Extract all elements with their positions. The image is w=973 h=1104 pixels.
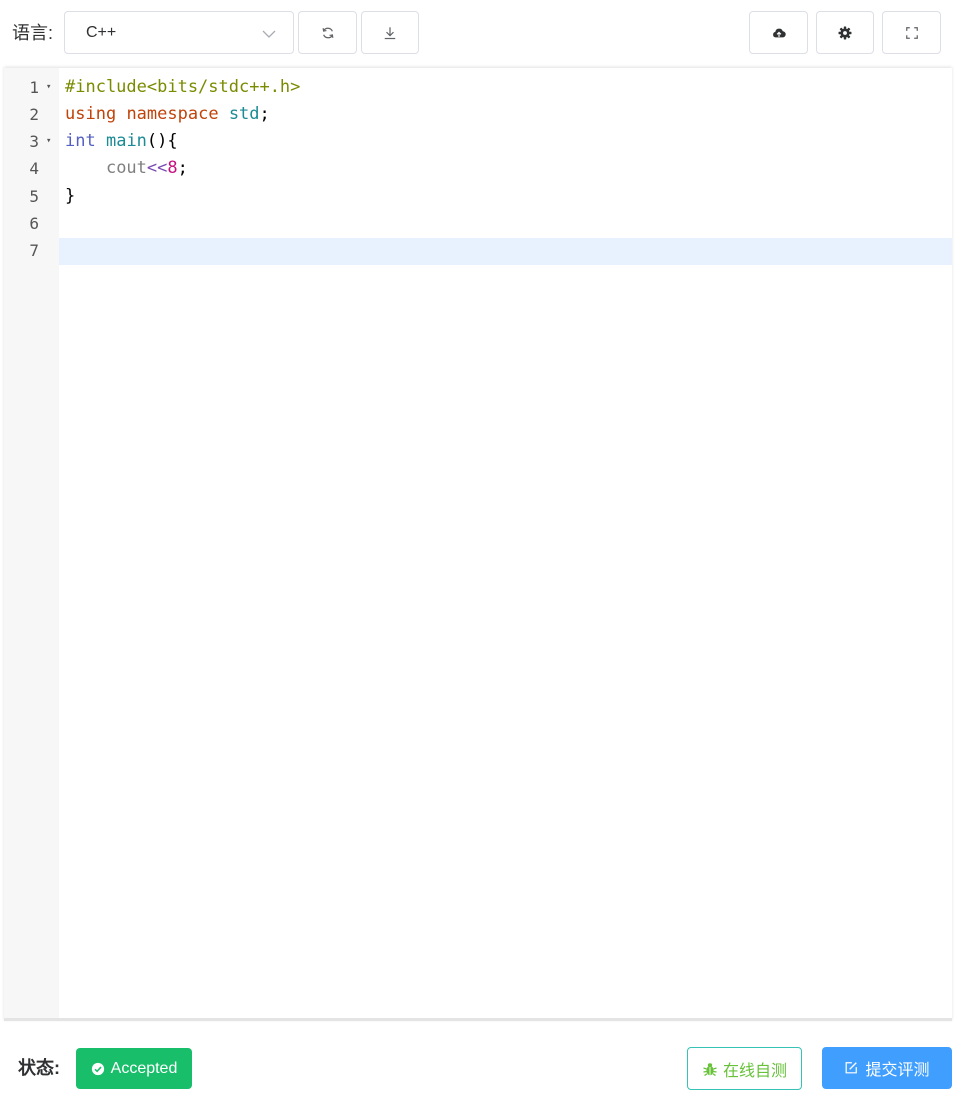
fold-toggle-icon[interactable]: ▾ (46, 74, 51, 101)
settings-button[interactable] (816, 11, 874, 54)
code-content[interactable]: #include<bits/stdc++.h> using namespace … (59, 68, 952, 1018)
code-line-3[interactable]: int main(){ (65, 128, 178, 155)
token-punctuation: ; (259, 103, 270, 124)
code-editor[interactable]: 1 ▾ 2 3 ▾ 4 5 6 7 #include<bits/stdc++.h… (4, 68, 952, 1021)
token-punctuation: (){ (146, 131, 178, 152)
line-number: 4 (29, 159, 39, 179)
download-icon (384, 26, 396, 39)
fullscreen-button[interactable] (882, 11, 941, 54)
code-line-2[interactable]: using namespace std; (65, 101, 270, 128)
token-namespace: std (228, 103, 260, 124)
code-line-4[interactable]: cout<<8; (65, 155, 188, 182)
token-keyword: namespace (126, 103, 219, 124)
chevron-down-icon (262, 30, 276, 38)
status-value: Accepted (110, 1059, 178, 1077)
refresh-icon (322, 27, 333, 38)
language-select[interactable]: C++ (64, 11, 294, 54)
line-number: 6 (29, 214, 39, 233)
gutter-line-4: 4 (4, 155, 59, 182)
code-line-1[interactable]: #include<bits/stdc++.h> (65, 74, 300, 101)
gutter-line-1: 1 ▾ (4, 74, 59, 101)
token-number: 8 (167, 158, 178, 179)
token-punctuation: } (65, 185, 76, 206)
edit-icon (846, 1062, 858, 1074)
active-line-highlight (59, 238, 952, 265)
gear-icon (838, 26, 852, 39)
submit-judge-button[interactable]: 提交评测 (822, 1047, 952, 1089)
cloud-upload-icon (772, 28, 786, 37)
line-number: 7 (29, 241, 39, 261)
gutter-line-7: 7 (4, 237, 59, 264)
gutter-line-5: 5 (4, 183, 59, 210)
gutter-line-3: 3 ▾ (4, 128, 59, 155)
fold-toggle-icon[interactable]: ▾ (46, 128, 51, 155)
token-preprocessor: #include<bits/stdc++.h> (65, 76, 301, 97)
fullscreen-icon (905, 26, 918, 39)
gutter-line-2: 2 (4, 101, 59, 128)
status-badge[interactable]: Accepted (76, 1048, 192, 1089)
editor-toolbar: 语言: C++ (0, 0, 973, 66)
upload-file-button[interactable] (749, 11, 808, 54)
line-number-gutter: 1 ▾ 2 3 ▾ 4 5 6 7 (4, 68, 59, 1018)
token-keyword: using (65, 103, 117, 124)
online-test-button[interactable]: 在线自测 (687, 1047, 802, 1090)
token-operator: << (146, 158, 168, 179)
line-number: 2 (29, 104, 39, 124)
bug-icon (703, 1062, 717, 1076)
token-type: int (65, 131, 96, 152)
line-number: 5 (29, 186, 39, 206)
token-punctuation: ; (177, 158, 188, 179)
line-number: 1 (29, 77, 39, 97)
download-code-button[interactable] (361, 11, 419, 54)
line-number: 3 (29, 132, 39, 152)
online-test-label: 在线自测 (722, 1062, 787, 1080)
language-label: 语言: (12, 23, 54, 43)
reset-code-button[interactable] (298, 11, 357, 54)
language-select-value: C++ (86, 24, 117, 41)
gutter-line-6: 6 (4, 210, 59, 237)
submit-judge-label: 提交评测 (865, 1062, 930, 1079)
check-circle-icon (91, 1062, 104, 1075)
code-line-5[interactable]: } (65, 183, 75, 210)
status-label: 状态: (18, 1058, 60, 1078)
token-identifier: cout (105, 158, 147, 179)
token-function: main (105, 131, 147, 152)
